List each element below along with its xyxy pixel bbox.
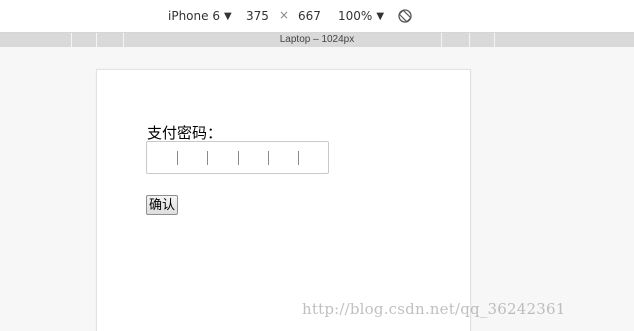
media-query-label: Laptop – 1024px xyxy=(279,34,355,45)
confirm-button[interactable]: 确认 xyxy=(146,195,179,215)
chevron-down-icon: ▼ xyxy=(223,10,232,22)
device-toolbar: iPhone 6 ▼ 375 × 667 100% ▼ xyxy=(0,0,634,33)
zoom-select[interactable]: 100% ▼ xyxy=(338,9,384,23)
device-select[interactable]: iPhone 6 ▼ xyxy=(168,9,232,23)
password-digit-cell[interactable] xyxy=(237,142,268,173)
watermark: http://blog.csdn.net/qq_36242361 xyxy=(302,300,566,318)
password-digit-cell[interactable] xyxy=(207,142,237,173)
payment-password-input[interactable] xyxy=(146,141,329,174)
password-digit-cell[interactable] xyxy=(267,142,298,173)
password-digit-cell[interactable] xyxy=(147,142,177,173)
password-digit-cell[interactable] xyxy=(177,142,207,173)
password-digit-cell[interactable] xyxy=(297,142,328,173)
viewport-width-field[interactable]: 375 xyxy=(246,9,269,23)
media-query-bar: Laptop – 1024px xyxy=(0,33,634,47)
rotate-icon[interactable] xyxy=(397,8,413,24)
viewport-height-field[interactable]: 667 xyxy=(298,9,321,23)
device-viewport: 支付密码： 确认 xyxy=(96,69,471,331)
zoom-value: 100% xyxy=(338,9,373,23)
device-name: iPhone 6 xyxy=(168,9,220,23)
dimension-separator: × xyxy=(279,8,290,22)
chevron-down-icon: ▼ xyxy=(376,10,385,22)
password-label: 支付密码： xyxy=(147,124,223,142)
